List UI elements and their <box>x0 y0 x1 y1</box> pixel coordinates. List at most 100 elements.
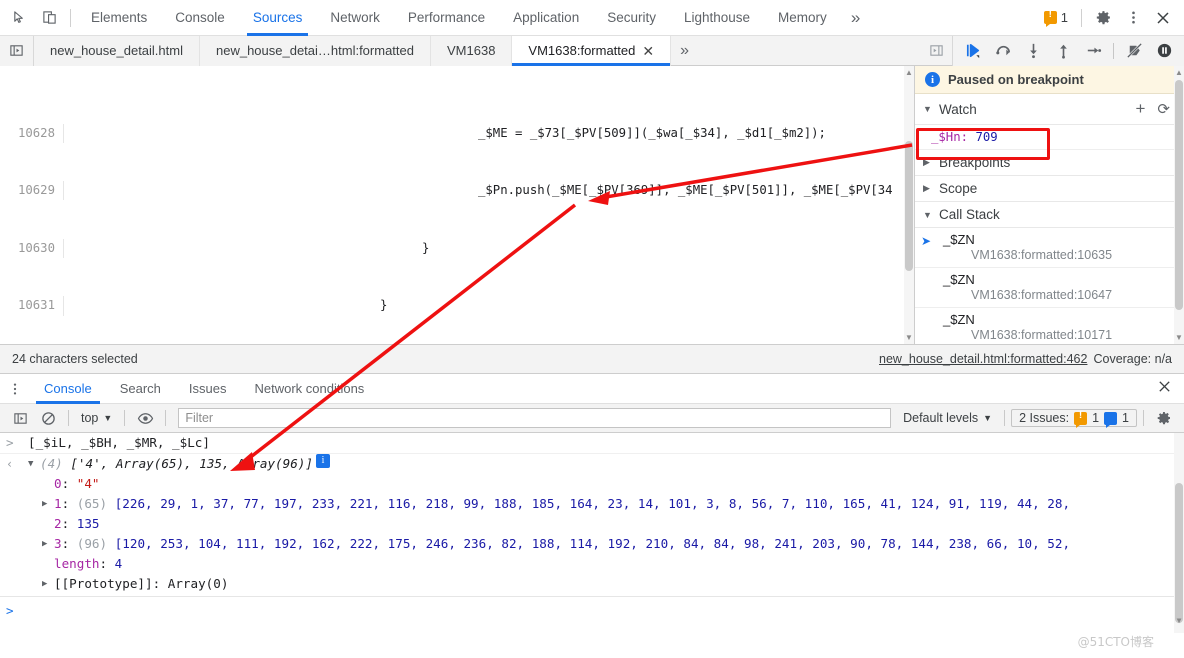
call-stack-frame[interactable]: _$ZN VM1638:formatted:10171 <box>915 308 1184 344</box>
close-icon[interactable] <box>1148 3 1178 33</box>
console-output[interactable]: > [_$iL, _$BH, _$MR, _$Lc] ‹ ▼(4) ['4', … <box>0 433 1184 633</box>
console-input-marker: > <box>6 433 28 453</box>
drawer-tab-console[interactable]: Console <box>30 374 106 404</box>
console-object-property[interactable]: 0: "4" <box>0 474 1184 494</box>
more-vertical-icon[interactable] <box>1118 3 1148 33</box>
expand-toggle-icon[interactable]: ▶ <box>42 534 54 554</box>
drawer-tab-network-conditions[interactable]: Network conditions <box>240 374 378 404</box>
breakpoints-section-header[interactable]: ▶ Breakpoints <box>915 150 1184 176</box>
console-input-entry[interactable]: > [_$iL, _$BH, _$MR, _$Lc] <box>0 433 1184 454</box>
expand-toggle-icon[interactable]: ▶ <box>42 494 54 514</box>
tab-memory[interactable]: Memory <box>764 0 841 36</box>
console-object-length[interactable]: length: 4 <box>0 554 1184 574</box>
call-stack-frame[interactable]: _$ZN VM1638:formatted:10647 <box>915 268 1184 308</box>
step-button[interactable] <box>1079 38 1107 64</box>
console-object-prototype[interactable]: ▶[[Prototype]]: Array(0) <box>0 574 1184 594</box>
code-line[interactable]: 10629 _$Pn.push(_$ME[_$PV[369]], _$ME[_$… <box>0 181 914 200</box>
scroll-down-arrow[interactable]: ▼ <box>905 333 913 342</box>
tab-sources[interactable]: Sources <box>239 0 317 36</box>
call-stack-frame[interactable]: ➤ _$ZN VM1638:formatted:10635 <box>915 228 1184 268</box>
object-info-icon[interactable]: i <box>316 454 330 468</box>
tab-network[interactable]: Network <box>316 0 394 36</box>
property-index: 1 <box>54 494 62 514</box>
scroll-up-arrow[interactable]: ▲ <box>905 68 913 77</box>
tab-performance[interactable]: Performance <box>394 0 499 36</box>
tab-security[interactable]: Security <box>593 0 670 36</box>
step-out-of-current-function-button[interactable] <box>1049 38 1077 64</box>
add-watch-expression-icon[interactable]: + <box>1135 99 1145 119</box>
sidebar-vertical-scrollbar[interactable]: ▲ ▼ <box>1174 66 1184 344</box>
clear-console-icon[interactable] <box>34 405 62 431</box>
device-toolbar-icon[interactable] <box>34 3 64 33</box>
console-vertical-scrollbar[interactable]: ▼ <box>1174 433 1184 633</box>
file-tab-vm1638-formatted[interactable]: VM1638:formatted ✕ <box>512 36 671 66</box>
tab-label: Sources <box>253 10 303 25</box>
console-sidebar-icon[interactable] <box>6 405 34 431</box>
scrollbar-thumb[interactable] <box>905 141 913 271</box>
console-object-property[interactable]: 2: 135 <box>0 514 1184 534</box>
console-result-entry[interactable]: ‹ ▼(4) ['4', Array(65), 135, Array(96)]i <box>0 454 1184 474</box>
expand-toggle-icon[interactable]: ▶ <box>42 574 54 594</box>
deactivate-breakpoints-button[interactable] <box>1120 38 1148 64</box>
console-filter-input[interactable] <box>178 408 891 428</box>
scope-section-header[interactable]: ▶ Scope <box>915 176 1184 202</box>
tab-application[interactable]: Application <box>499 0 593 36</box>
more-file-tabs-label: » <box>680 42 689 60</box>
code-line[interactable]: 10631 } <box>0 296 914 315</box>
file-tab-new-house-detail[interactable]: new_house_detail.html <box>34 36 200 66</box>
scroll-down-arrow[interactable]: ▼ <box>1175 611 1183 631</box>
file-tab-list: new_house_detail.html new_house_detai…ht… <box>34 36 671 66</box>
log-levels-selector[interactable]: Default levels ▼ <box>897 411 998 425</box>
tab-lighthouse[interactable]: Lighthouse <box>670 0 764 36</box>
close-tab-icon[interactable]: ✕ <box>642 44 654 58</box>
code-editor[interactable]: 10628 _$ME = _$73[_$PV[509]](_$wa[_$34],… <box>0 66 915 344</box>
show-debugger-sidebar-icon[interactable] <box>920 36 952 66</box>
refresh-watch-icon[interactable]: ⟳ <box>1157 100 1170 118</box>
close-drawer-icon[interactable] <box>1157 379 1184 399</box>
execution-context-selector[interactable]: top ▼ <box>75 411 118 425</box>
drawer-tab-issues[interactable]: Issues <box>175 374 241 404</box>
tab-console[interactable]: Console <box>161 0 239 36</box>
drawer-tab-search[interactable]: Search <box>106 374 175 404</box>
devtools-window: Elements Console Sources Network Perform… <box>0 0 1184 658</box>
sources-bar-right-group <box>920 36 1184 66</box>
inspect-cursor-icon[interactable] <box>4 3 34 33</box>
more-panels-icon[interactable]: » <box>841 8 870 28</box>
call-stack-section-header[interactable]: ▼ Call Stack <box>915 202 1184 228</box>
file-tab-new-house-detail-formatted[interactable]: new_house_detai…html:formatted <box>200 36 431 66</box>
array-length-badge: (65) <box>77 494 107 514</box>
issues-counter-chip[interactable]: 2 Issues: 1 1 <box>1011 409 1137 427</box>
gear-icon[interactable] <box>1150 405 1178 431</box>
scrollbar-thumb[interactable] <box>1175 80 1183 310</box>
console-object-property[interactable]: ▶1: (65) [226, 29, 1, 37, 77, 197, 233, … <box>0 494 1184 514</box>
more-vertical-icon[interactable] <box>0 374 30 404</box>
line-number: 10631 <box>0 296 64 315</box>
call-stack-function-name: _$ZN <box>923 272 1176 287</box>
watch-section-header[interactable]: ▼ Watch + ⟳ <box>915 94 1184 125</box>
editor-vertical-scrollbar[interactable]: ▲ ▼ <box>904 66 914 344</box>
console-prompt[interactable]: > <box>0 597 1184 621</box>
show-navigator-icon[interactable] <box>0 36 34 66</box>
step-over-next-function-call-button[interactable] <box>989 38 1017 64</box>
pause-on-exceptions-button[interactable] <box>1150 38 1178 64</box>
drawer-tab-label: Search <box>120 381 161 396</box>
watch-expression-row[interactable]: _$Hn: 709 <box>915 125 1184 150</box>
issues-warning-chip[interactable]: 1 <box>1039 8 1075 27</box>
scroll-down-arrow[interactable]: ▼ <box>1175 333 1183 342</box>
code-line[interactable]: 10630 } <box>0 239 914 258</box>
code-line[interactable]: 10628 _$ME = _$73[_$PV[509]](_$wa[_$34],… <box>0 124 914 143</box>
file-tab-vm1638[interactable]: VM1638 <box>431 36 512 66</box>
scrollbar-thumb[interactable] <box>1175 483 1183 623</box>
gear-icon[interactable] <box>1088 3 1118 33</box>
console-object-property[interactable]: ▶3: (96) [120, 253, 104, 111, 192, 162, … <box>0 534 1184 554</box>
step-into-next-function-call-button[interactable] <box>1019 38 1047 64</box>
tab-elements[interactable]: Elements <box>77 0 161 36</box>
resume-script-execution-button[interactable] <box>959 38 987 64</box>
live-expression-icon[interactable] <box>131 405 159 431</box>
line-content: } <box>64 296 387 315</box>
scroll-up-arrow[interactable]: ▲ <box>1175 68 1183 77</box>
source-mapping-link[interactable]: new_house_detail.html:formatted:462 <box>879 352 1087 366</box>
more-file-tabs-icon[interactable]: » <box>671 42 698 60</box>
expand-toggle-icon[interactable]: ▼ <box>28 454 40 474</box>
more-panels-label: » <box>851 8 860 28</box>
